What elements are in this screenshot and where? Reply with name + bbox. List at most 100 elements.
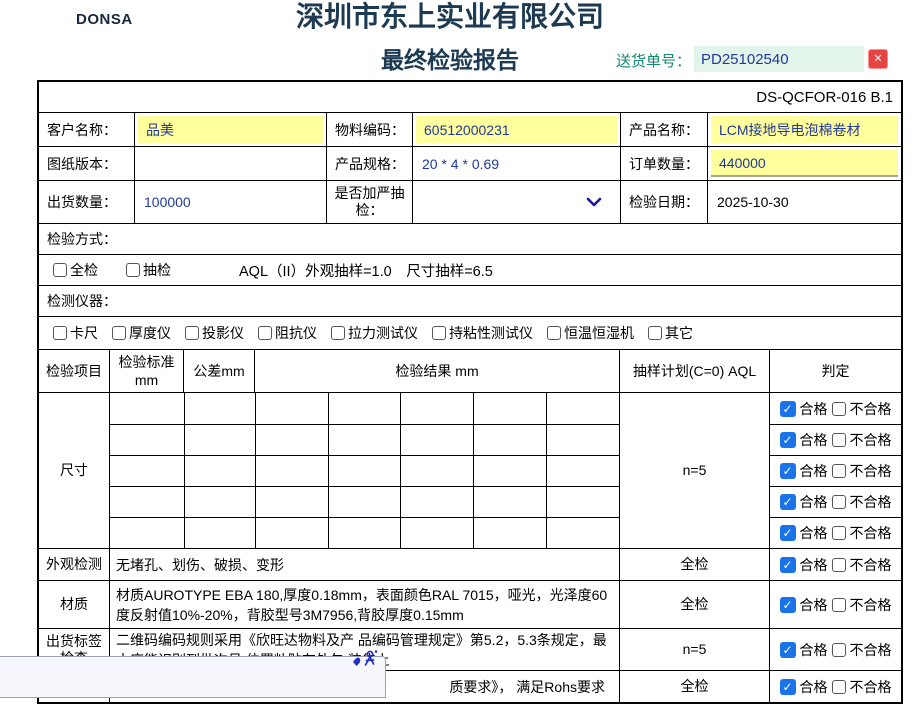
tolerance-cell[interactable] bbox=[184, 456, 255, 486]
tolerance-cell[interactable] bbox=[184, 425, 255, 455]
product-spec-cell[interactable]: 20 * 4 * 0.69 bbox=[412, 147, 620, 180]
pass-checkbox[interactable]: ✓ bbox=[780, 597, 796, 613]
pass-checkbox[interactable]: ✓ bbox=[780, 557, 796, 573]
result-cell[interactable] bbox=[400, 425, 473, 455]
result-cell[interactable] bbox=[328, 456, 401, 486]
strict-check-dropdown[interactable] bbox=[412, 181, 620, 223]
tolerance-cell[interactable] bbox=[184, 518, 255, 548]
fail-checkbox[interactable] bbox=[832, 495, 846, 509]
result-cell[interactable] bbox=[255, 518, 328, 548]
customer-input[interactable]: 品美 bbox=[134, 113, 326, 146]
sampling-inspection-checkbox[interactable] bbox=[126, 263, 140, 277]
result-cell[interactable] bbox=[546, 393, 619, 424]
pass-checkbox[interactable]: ✓ bbox=[780, 463, 796, 479]
fail-checkbox[interactable] bbox=[832, 643, 846, 657]
instrument-caliper[interactable]: 卡尺 bbox=[53, 323, 98, 343]
standard-cell[interactable] bbox=[110, 518, 184, 548]
instrument-projector[interactable]: 投影仪 bbox=[185, 323, 244, 343]
full-inspection-checkbox[interactable] bbox=[53, 263, 67, 277]
result-cell[interactable] bbox=[328, 425, 401, 455]
adhesion-tester-checkbox[interactable] bbox=[432, 326, 446, 340]
drawing-version-cell[interactable] bbox=[134, 147, 326, 180]
projector-checkbox[interactable] bbox=[185, 326, 199, 340]
result-cell[interactable] bbox=[473, 425, 546, 455]
instrument-climate-chamber[interactable]: 恒温恒湿机 bbox=[547, 323, 634, 343]
strict-check-label: 是否加严抽检： bbox=[326, 181, 412, 223]
check-icon: ✓ bbox=[782, 496, 792, 508]
product-name-input[interactable]: LCM接地导电泡棉卷材 bbox=[707, 113, 901, 146]
result-cell[interactable] bbox=[400, 393, 473, 424]
result-cell[interactable] bbox=[546, 487, 619, 517]
judge-group: ✓合格 不合格 bbox=[770, 461, 901, 481]
pass-label: 合格 bbox=[800, 640, 828, 660]
material-code-label: 物料编码： bbox=[326, 113, 412, 146]
caliper-checkbox[interactable] bbox=[53, 326, 67, 340]
fail-checkbox[interactable] bbox=[832, 558, 846, 572]
fail-label: 不合格 bbox=[850, 677, 892, 697]
instrument-adhesion-tester[interactable]: 持粘性测试仪 bbox=[432, 323, 533, 343]
result-cell[interactable] bbox=[473, 487, 546, 517]
pass-checkbox[interactable]: ✓ bbox=[780, 494, 796, 510]
result-cell[interactable] bbox=[328, 518, 401, 548]
fail-checkbox[interactable] bbox=[832, 464, 846, 478]
result-cell[interactable] bbox=[400, 487, 473, 517]
result-cell[interactable] bbox=[400, 518, 473, 548]
ship-qty-cell[interactable]: 100000 bbox=[134, 181, 326, 223]
pass-checkbox[interactable]: ✓ bbox=[780, 401, 796, 417]
clear-button[interactable]: ✕ bbox=[868, 49, 888, 69]
result-cell[interactable] bbox=[546, 425, 619, 455]
material-code-input[interactable]: 60512000231 bbox=[412, 113, 620, 146]
delivery-no-input[interactable]: PD25102540 bbox=[694, 46, 864, 72]
result-cell[interactable] bbox=[400, 456, 473, 486]
result-cell[interactable] bbox=[546, 456, 619, 486]
sampling-inspection-option[interactable]: 抽检 bbox=[126, 260, 171, 280]
instrument-impedance-meter[interactable]: 阻抗仪 bbox=[258, 323, 317, 343]
result-cell[interactable] bbox=[328, 393, 401, 424]
climate-chamber-checkbox[interactable] bbox=[547, 326, 561, 340]
result-cell[interactable] bbox=[546, 518, 619, 548]
material-sampling: 全检 bbox=[619, 581, 769, 628]
check-icon: ✓ bbox=[782, 681, 792, 693]
thickness-gauge-checkbox[interactable] bbox=[112, 326, 126, 340]
dimension-row bbox=[110, 393, 619, 424]
fail-checkbox[interactable] bbox=[832, 433, 846, 447]
other-instrument-checkbox[interactable] bbox=[648, 326, 662, 340]
pass-checkbox[interactable]: ✓ bbox=[780, 525, 796, 541]
instrument-tension-tester[interactable]: 拉力测试仪 bbox=[331, 323, 418, 343]
instrument-thickness-gauge[interactable]: 厚度仪 bbox=[112, 323, 171, 343]
pass-checkbox[interactable]: ✓ bbox=[780, 432, 796, 448]
result-cell[interactable] bbox=[328, 487, 401, 517]
order-qty-input[interactable]: 440000 bbox=[707, 147, 901, 180]
fail-checkbox[interactable] bbox=[832, 598, 846, 612]
fail-checkbox[interactable] bbox=[832, 402, 846, 416]
tolerance-cell[interactable] bbox=[184, 487, 255, 517]
standard-cell[interactable] bbox=[110, 393, 184, 424]
judge-group: ✓合格 不合格 bbox=[770, 677, 901, 697]
inspect-date-cell[interactable]: 2025-10-30 bbox=[707, 181, 901, 223]
pass-label: 合格 bbox=[800, 492, 828, 512]
judge-group: ✓合格 不合格 bbox=[770, 640, 901, 660]
dimension-sampling: n=5 bbox=[619, 393, 769, 548]
full-inspection-option[interactable]: 全检 bbox=[53, 260, 98, 280]
standard-cell[interactable] bbox=[110, 456, 184, 486]
tension-tester-checkbox[interactable] bbox=[331, 326, 345, 340]
result-cell[interactable] bbox=[473, 518, 546, 548]
result-cell[interactable] bbox=[255, 425, 328, 455]
result-cell[interactable] bbox=[255, 487, 328, 517]
fail-checkbox[interactable] bbox=[832, 680, 846, 694]
fail-checkbox[interactable] bbox=[832, 526, 846, 540]
pass-checkbox[interactable]: ✓ bbox=[780, 642, 796, 658]
impedance-meter-checkbox[interactable] bbox=[258, 326, 272, 340]
result-cell[interactable] bbox=[255, 393, 328, 424]
instrument-other[interactable]: 其它 bbox=[648, 323, 693, 343]
pass-checkbox[interactable]: ✓ bbox=[780, 679, 796, 695]
drawing-version-label: 图纸版本： bbox=[39, 147, 134, 180]
result-cell[interactable] bbox=[473, 456, 546, 486]
tolerance-cell[interactable] bbox=[184, 393, 255, 424]
result-cell[interactable] bbox=[473, 393, 546, 424]
appearance-sampling: 全检 bbox=[619, 549, 769, 580]
dimension-item-label: 尺寸 bbox=[39, 393, 109, 548]
standard-cell[interactable] bbox=[110, 487, 184, 517]
standard-cell[interactable] bbox=[110, 425, 184, 455]
result-cell[interactable] bbox=[255, 456, 328, 486]
